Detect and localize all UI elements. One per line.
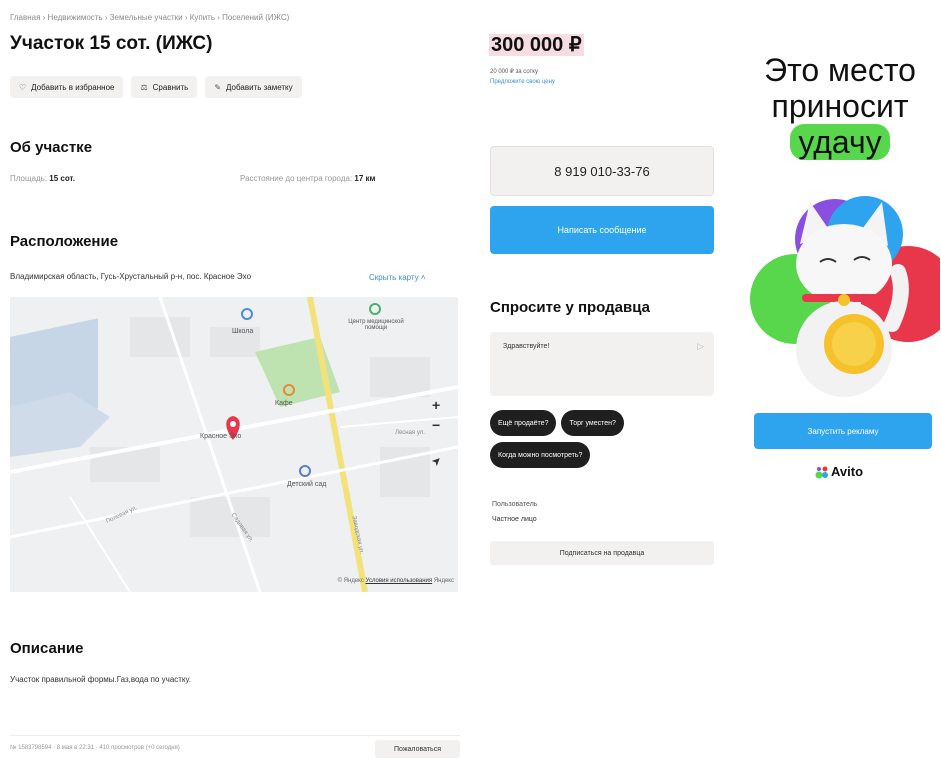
description-heading: Описание <box>10 640 84 657</box>
offer-price-link[interactable]: Предложите свою цену <box>490 79 555 85</box>
map-label-kindergarten: Детский сад <box>287 481 327 488</box>
map-label-street-1: Лесная ул. <box>395 430 425 436</box>
price-value: 300 000 ₽ <box>489 34 584 56</box>
description-text: Участок правильной формы.Газ,вода по уча… <box>10 675 191 684</box>
add-note-button[interactable]: ✎ Добавить заметку <box>205 76 302 98</box>
ad-headline-line-3: удачу <box>740 124 940 160</box>
ask-seller-input[interactable]: Здравствуйте! ▷ <box>490 332 714 396</box>
area-row: Площадь: 15 сот. <box>10 174 75 183</box>
ask-seller-input-value: Здравствуйте! <box>503 343 550 350</box>
chevron-up-icon: ˄ <box>418 273 426 282</box>
show-phone-button[interactable]: 8 919 010-33-76 <box>490 146 714 196</box>
hide-map-link[interactable]: Скрыть карту ˄ <box>369 273 426 282</box>
heart-icon: ♡ <box>19 82 27 92</box>
quick-question-chip[interactable]: Торг уместен? <box>561 410 624 436</box>
compare-button[interactable]: ⚖ Сравнить <box>131 76 198 98</box>
map-brand: Яндекс <box>433 578 454 584</box>
seller-type: Частное лицо <box>492 516 537 523</box>
compare-icon: ⚖ <box>140 82 148 92</box>
avito-logo: Avito <box>815 464 863 479</box>
ad-headline-line-2: приносит <box>771 88 909 124</box>
price-per-are: 20 000 ₽ за сотку <box>490 69 538 75</box>
avito-logo-text: Avito <box>831 464 864 479</box>
seller-name[interactable]: Пользователь <box>492 501 537 508</box>
about-heading: Об участке <box>10 139 93 156</box>
subscribe-seller-button[interactable]: Подписаться на продавца <box>490 541 714 565</box>
map-label-place: Красное Эхо <box>200 433 242 440</box>
ad-cta-button[interactable]: Запустить рекламу <box>754 413 932 449</box>
page-title: Участок 15 сот. (ИЖС) <box>10 33 213 54</box>
footer-divider <box>10 735 460 736</box>
note-icon: ✎ <box>214 82 222 92</box>
quick-question-chip[interactable]: Ещё продаёте? <box>490 410 557 436</box>
ad-headline-line-1: Это место <box>764 52 916 88</box>
map-canvas <box>10 297 458 592</box>
quick-questions: Ещё продаёте? Торг уместен? Когда можно … <box>490 410 720 468</box>
breadcrumb[interactable]: Главная › Недвижимость › Земельные участ… <box>10 13 289 22</box>
map-footer: © Яндекс Условия использования Яндекс <box>338 578 454 584</box>
ad-headline-highlight: удачу <box>790 124 890 160</box>
write-message-button[interactable]: Написать сообщение <box>490 206 714 254</box>
map-label-school: Школа <box>232 328 254 335</box>
distance-label: Расстояние до центра города: <box>240 174 353 183</box>
listing-meta: № 1583798594 · 8 мая в 22:31 · 410 просм… <box>10 745 180 751</box>
report-button[interactable]: Пожаловаться <box>375 740 460 758</box>
price: 300 000 ₽ <box>489 32 584 57</box>
quick-question-chip[interactable]: Когда можно посмотреть? <box>490 442 591 468</box>
ad-banner[interactable]: Это место приносит удачу Запустить рекла… <box>740 24 940 487</box>
map-copyright: © Яндекс <box>337 578 364 584</box>
location-heading: Расположение <box>10 233 119 250</box>
send-icon[interactable]: ▷ <box>697 341 704 352</box>
map-label-health: Центр медицинской помощи <box>348 319 404 331</box>
hide-map-label: Скрыть карту <box>369 273 419 282</box>
compare-label: Сравнить <box>152 82 189 92</box>
map-terms-link[interactable]: Условия использования <box>366 578 433 584</box>
area-value: 15 сот. <box>49 174 75 183</box>
listing-actions: ♡ Добавить в избранное ⚖ Сравнить ✎ Доба… <box>10 76 302 98</box>
lucky-cat-image <box>750 196 940 397</box>
address: Владимирская область, Гусь-Хрустальный р… <box>10 272 252 281</box>
avito-logo-icon <box>815 466 828 478</box>
ask-seller-heading: Спросите у продавца <box>490 299 650 316</box>
map-label-cafe: Кафе <box>275 400 293 407</box>
area-label: Площадь: <box>10 174 48 183</box>
distance-row: Расстояние до центра города: 17 км <box>240 174 375 183</box>
add-to-favorites-button[interactable]: ♡ Добавить в избранное <box>10 76 124 98</box>
zoom-in-button[interactable]: + <box>432 397 440 413</box>
add-note-label: Добавить заметку <box>226 82 293 92</box>
distance-value: 17 км <box>354 174 376 183</box>
zoom-out-button[interactable]: − <box>432 417 440 433</box>
add-to-favorites-label: Добавить в избранное <box>31 82 115 92</box>
map[interactable]: Школа Центр медицинской помощи Кафе Крас… <box>10 297 458 592</box>
